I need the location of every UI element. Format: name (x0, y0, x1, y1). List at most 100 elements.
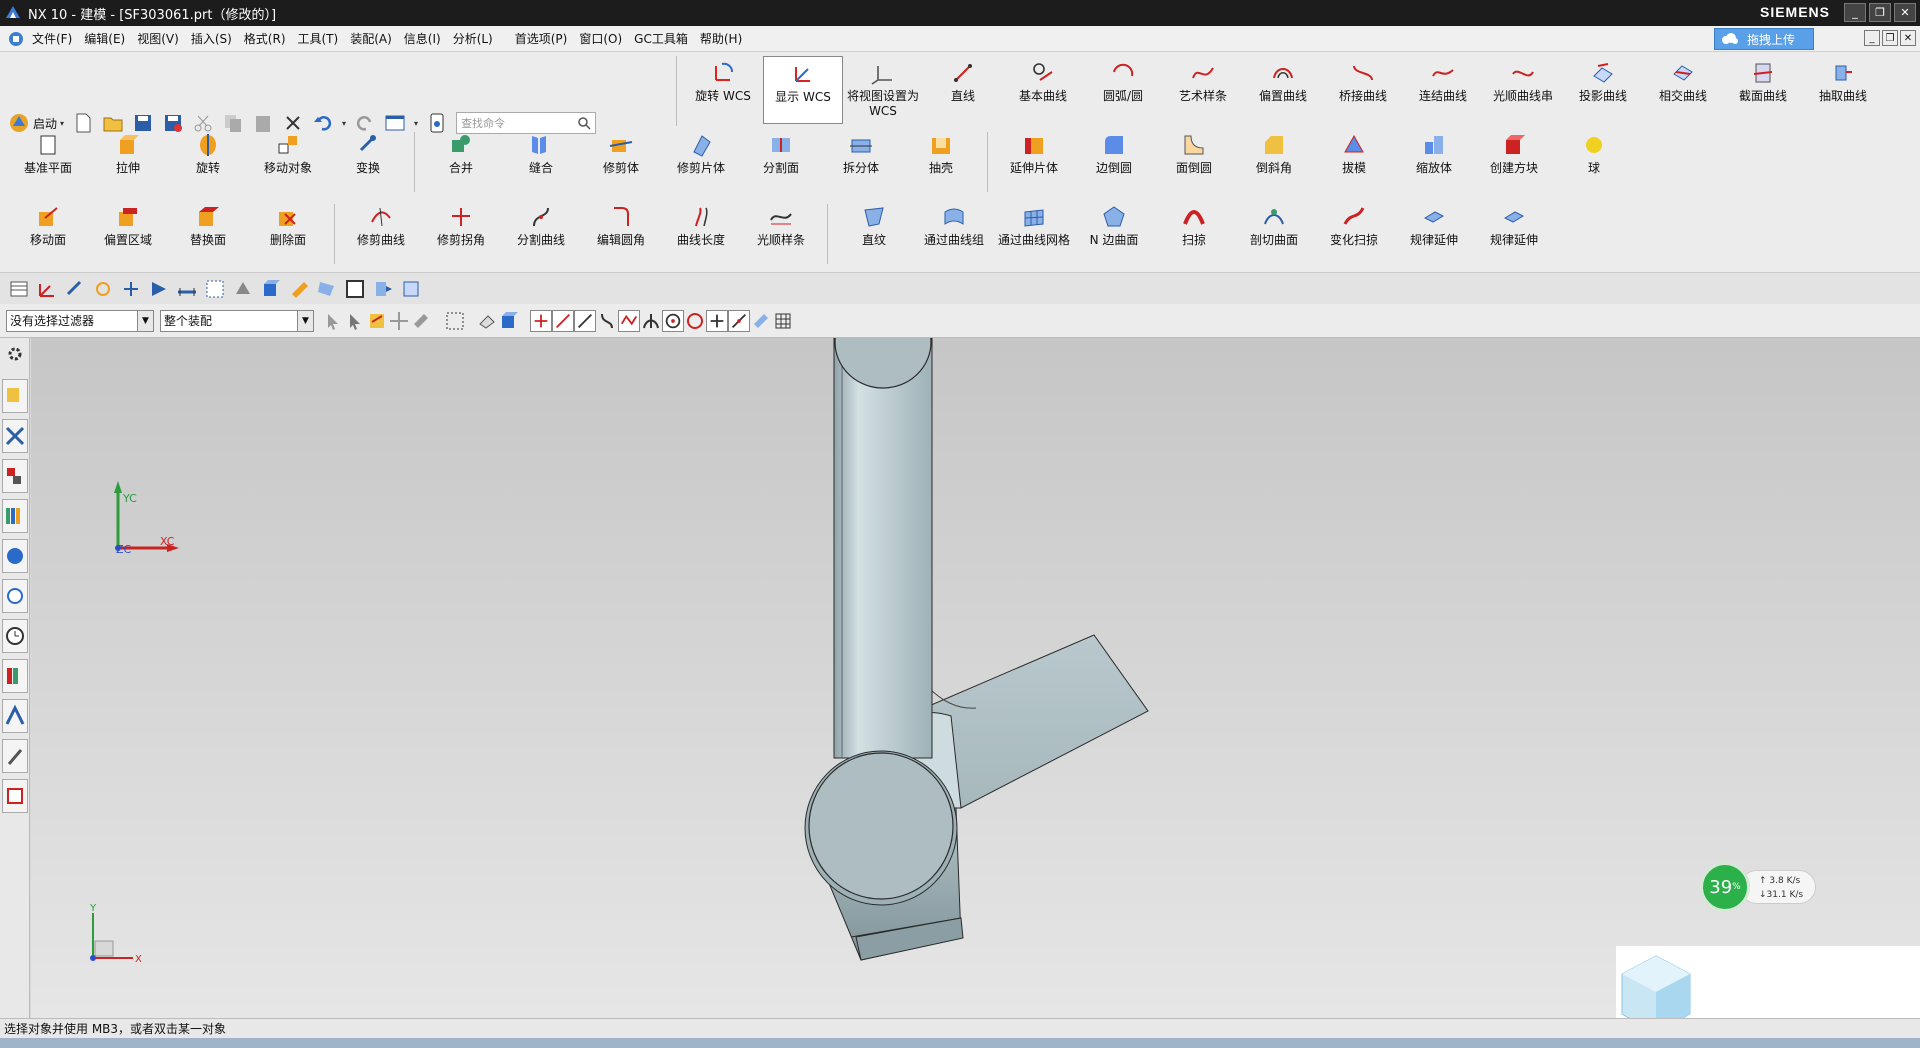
orient-view-icon[interactable] (148, 278, 170, 300)
extrude-tool[interactable]: 拉伸 (88, 128, 168, 176)
curve-length-tool[interactable]: 曲线长度 (661, 200, 741, 248)
law-extension-tool[interactable]: 规律延伸 (1394, 200, 1474, 248)
render-style-icon[interactable] (232, 278, 254, 300)
menu-help[interactable]: 帮助(H) (694, 30, 748, 47)
doc-restore-button[interactable]: ❐ (1882, 30, 1898, 46)
sphere-tool[interactable]: 球 (1554, 128, 1634, 176)
system-materials-tab[interactable] (2, 659, 28, 693)
gear-icon[interactable] (5, 344, 25, 364)
join-curves-tool[interactable]: 连结曲线 (1403, 56, 1483, 104)
menu-file[interactable]: 文件(F) (26, 30, 78, 47)
snap-control-point-icon[interactable] (574, 309, 596, 332)
snap-intersection-icon[interactable] (596, 310, 618, 332)
menu-view[interactable]: 视图(V) (131, 30, 185, 47)
bridge-curve-tool[interactable]: 桥接曲线 (1323, 56, 1403, 104)
extend-sheet-tool[interactable]: 延伸片体 (994, 128, 1074, 176)
restore-button[interactable]: ❐ (1869, 3, 1891, 22)
n-sided-surface-tool[interactable]: N 边曲面 (1074, 200, 1154, 248)
datum-plane-tool[interactable]: 基准平面 (8, 128, 88, 176)
pan-view-icon[interactable] (120, 278, 142, 300)
snap-endpoint-icon[interactable] (530, 309, 552, 332)
law-extension-tool-2[interactable]: 规律延伸 (1474, 200, 1554, 248)
scale-body-tool[interactable]: 缩放体 (1394, 128, 1474, 176)
transform-tool[interactable]: 变换 (328, 128, 408, 176)
select-body-icon[interactable] (476, 310, 498, 332)
menu-format[interactable]: 格式(R) (238, 30, 292, 47)
history-tab[interactable] (2, 579, 28, 613)
draft-tool[interactable]: 拔模 (1314, 128, 1394, 176)
menu-edit[interactable]: 编辑(E) (78, 30, 131, 47)
create-box-tool[interactable]: 创建方块 (1474, 128, 1554, 176)
general-selection-icon[interactable] (322, 310, 344, 332)
ruled-tool[interactable]: 直纹 (834, 200, 914, 248)
delete-face-tool[interactable]: 删除面 (248, 200, 328, 248)
trim-sheet-tool[interactable]: 修剪片体 (661, 128, 741, 176)
line-tool[interactable]: 直线 (923, 56, 1003, 104)
variational-sweep-tool[interactable]: 变化扫掠 (1314, 200, 1394, 248)
snap-curve-point-icon[interactable] (618, 309, 640, 332)
intersection-curve-tool[interactable]: 相交曲线 (1643, 56, 1723, 104)
shaded-view-icon[interactable] (260, 278, 282, 300)
close-button[interactable]: ✕ (1894, 3, 1916, 22)
revolve-tool[interactable]: 旋转 (168, 128, 248, 176)
wcs-dynamics-icon[interactable] (36, 278, 58, 300)
trim-body-tool[interactable]: 修剪体 (581, 128, 661, 176)
snap-grid-icon[interactable] (772, 310, 794, 332)
menu-analysis[interactable]: 分析(L) (447, 30, 499, 47)
arc-circle-tool[interactable]: 圆弧/圆 (1083, 56, 1163, 104)
model-view[interactable]: YC XC ZC Y X (31, 338, 1920, 1018)
extract-curve-tool[interactable]: 抽取曲线 (1803, 56, 1883, 104)
menu-tools[interactable]: 工具(T) (292, 30, 345, 47)
split-body-tool[interactable]: 拆分体 (821, 128, 901, 176)
edge-blend-tool[interactable]: 边倒圆 (1074, 128, 1154, 176)
graphics-window[interactable]: YC XC ZC Y X (31, 338, 1920, 1018)
snap-center-icon[interactable] (662, 309, 684, 332)
feature-selection-icon[interactable] (344, 310, 366, 332)
constraint-navigator-tab[interactable] (2, 419, 28, 453)
box-select-icon[interactable] (444, 310, 466, 332)
divide-face-tool[interactable]: 分割面 (741, 128, 821, 176)
snap-pole-icon[interactable] (750, 310, 772, 332)
basic-curves-tool[interactable]: 基本曲线 (1003, 56, 1083, 104)
upload-button[interactable]: 拖拽上传 (1714, 28, 1814, 50)
manufacturing-wizard-tab[interactable] (2, 739, 28, 773)
part-lower-cylinder[interactable] (804, 750, 958, 906)
assembly-navigator-tab[interactable] (2, 379, 28, 413)
trim-corner-tool[interactable]: 修剪拐角 (421, 200, 501, 248)
doc-minimize-button[interactable]: _ (1864, 30, 1880, 46)
snap-tangent-icon[interactable] (640, 310, 662, 332)
menu-info[interactable]: 信息(I) (398, 30, 447, 47)
part-navigator-icon[interactable] (8, 278, 30, 300)
move-handle-icon[interactable] (388, 310, 410, 332)
menu-assembly[interactable]: 装配(A) (344, 30, 398, 47)
move-to-layer-icon[interactable] (400, 278, 422, 300)
section-surface-tool[interactable]: 剖切曲面 (1234, 200, 1314, 248)
scope-filter-select[interactable]: 整个装配 ▼ (160, 309, 314, 332)
trim-curve-tool[interactable]: 修剪曲线 (341, 200, 421, 248)
edit-fillet-tool[interactable]: 编辑圆角 (581, 200, 661, 248)
display-wcs-tool[interactable]: 显示 WCS (763, 56, 843, 124)
chamfer-tool[interactable]: 倒斜角 (1234, 128, 1314, 176)
measure-icon[interactable] (176, 278, 198, 300)
menu-gc-toolbox[interactable]: GC工具箱 (628, 30, 694, 47)
select-face-icon[interactable] (410, 310, 432, 332)
set-view-to-wcs-tool[interactable]: 将视图设置为 WCS (843, 56, 923, 119)
project-curve-tool[interactable]: 投影曲线 (1563, 56, 1643, 104)
reuse-library-tab[interactable] (2, 499, 28, 533)
role-tab[interactable] (2, 779, 28, 813)
move-object-tool[interactable]: 移动对象 (248, 128, 328, 176)
studio-spline-tool[interactable]: 艺术样条 (1163, 56, 1243, 104)
unite-tool[interactable]: 合并 (421, 128, 501, 176)
menu-preferences[interactable]: 首选项(P) (509, 30, 574, 47)
swept-tool[interactable]: 扫掠 (1154, 200, 1234, 248)
fit-view-icon[interactable] (204, 278, 226, 300)
smooth-curve-string-tool[interactable]: 光顺曲线串 (1483, 56, 1563, 104)
snap-quadrant-icon[interactable] (684, 310, 706, 332)
wcs-triad[interactable]: YC XC ZC (114, 481, 179, 556)
part-navigator-tab[interactable] (2, 459, 28, 493)
part-vertical-tube[interactable] (833, 338, 933, 759)
clock-tab[interactable] (2, 619, 28, 653)
divide-curve-tool[interactable]: 分割曲线 (501, 200, 581, 248)
process-studio-tab[interactable] (2, 699, 28, 733)
offset-region-tool[interactable]: 偏置区域 (88, 200, 168, 248)
